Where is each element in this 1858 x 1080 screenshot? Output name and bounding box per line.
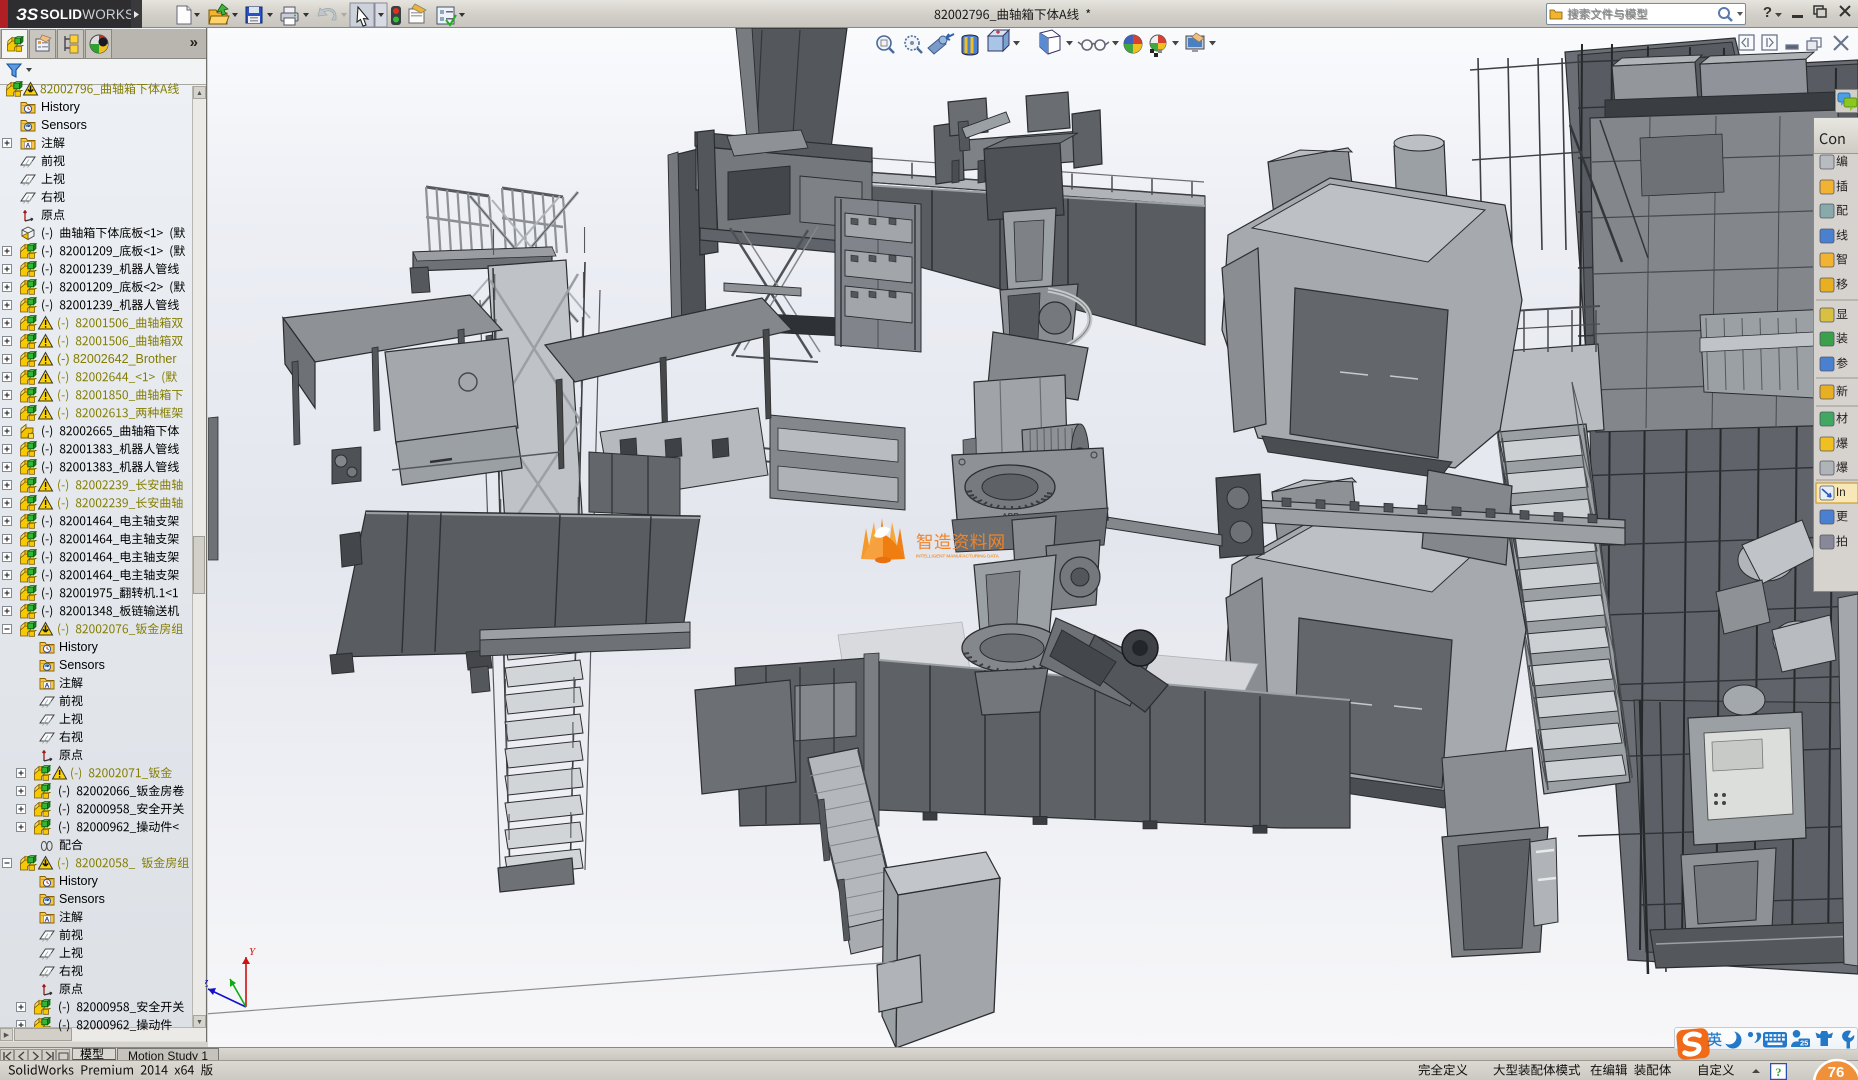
svg-text:History: History — [41, 100, 81, 114]
svg-text:Sensors: Sensors — [59, 658, 105, 672]
svg-text:76: 76 — [1828, 1064, 1845, 1080]
svg-text:A: A — [45, 682, 50, 689]
svg-text:Sensors: Sensors — [41, 118, 87, 132]
svg-text:25: 25 — [1800, 1039, 1808, 1048]
svg-text:(-) 82002642_Brother: (-) 82002642_Brother — [57, 352, 177, 366]
svg-text:Y: Y — [249, 946, 257, 958]
svg-text:A: A — [26, 142, 31, 149]
svg-text:?: ? — [1776, 1065, 1782, 1079]
svg-text:Sensors: Sensors — [59, 892, 105, 906]
svg-text:A: A — [45, 916, 50, 923]
svg-text:History: History — [59, 640, 99, 654]
svg-text:History: History — [59, 874, 99, 888]
